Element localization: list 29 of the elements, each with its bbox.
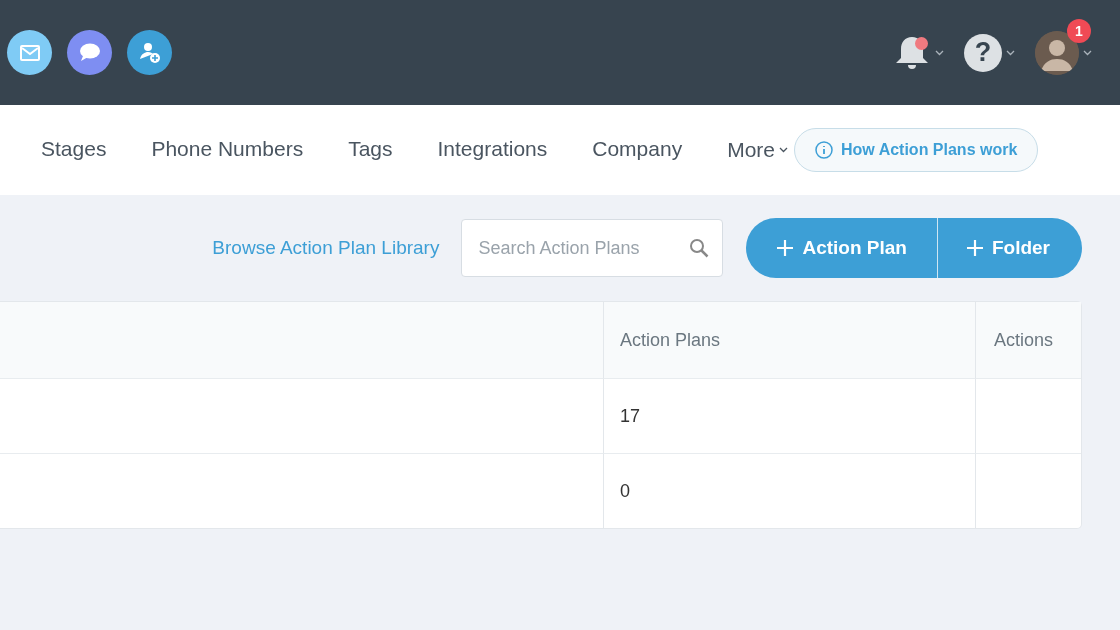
info-icon (815, 141, 833, 159)
chevron-down-icon (1083, 49, 1092, 56)
nav-tab[interactable]: Company (592, 130, 683, 170)
chevron-down-icon (1006, 49, 1015, 56)
speech-bubble-icon (78, 43, 101, 62)
plus-icon (776, 239, 795, 257)
table-cell: 17 (603, 378, 975, 453)
search-icon (689, 238, 710, 258)
add-person-icon (138, 41, 161, 64)
more-menu[interactable]: More (727, 138, 788, 162)
mail-button[interactable] (7, 30, 52, 75)
help-icon: ? (964, 33, 1002, 72)
chat-button[interactable] (67, 30, 112, 75)
add-contact-button[interactable] (127, 30, 172, 75)
user-menu-button[interactable]: 1 (1035, 18, 1092, 75)
nav-tab[interactable]: Tags (348, 130, 393, 170)
help-menu-button[interactable]: ? (964, 33, 1015, 72)
plus-icon (965, 239, 984, 257)
table-cell: 0 (603, 453, 975, 528)
column-header: Action Plans (603, 302, 975, 378)
nav-tab[interactable]: Phone Numbers (151, 130, 304, 170)
column-header: Actions (975, 302, 1081, 378)
chevron-down-icon (935, 49, 944, 56)
search-field[interactable]: Search Action Plans (461, 219, 724, 277)
nav-tab[interactable]: Stages (41, 130, 107, 170)
notification-count-badge: 1 (1067, 18, 1091, 43)
envelope-icon (19, 44, 40, 61)
chevron-down-icon (779, 147, 788, 153)
nav-tab[interactable]: Integrations (437, 130, 548, 170)
